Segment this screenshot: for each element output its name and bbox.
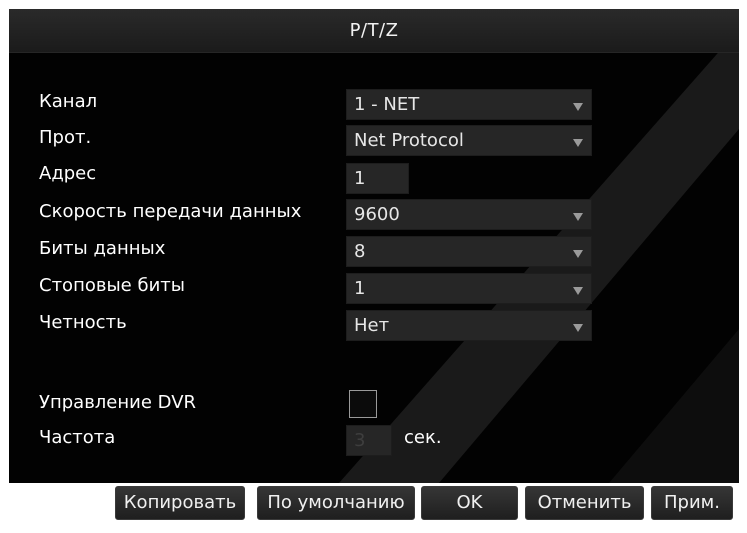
- cancel-button[interactable]: Отменить: [525, 486, 644, 520]
- frequency-label: Частота: [39, 427, 116, 448]
- chevron-down-icon: [573, 324, 583, 332]
- apply-button[interactable]: Прим.: [651, 486, 733, 520]
- frequency-input[interactable]: 3: [346, 425, 392, 456]
- chevron-down-icon: [573, 213, 583, 221]
- baud-rate-label: Скорость передачи данных: [39, 201, 302, 222]
- data-bits-select[interactable]: 8: [346, 236, 592, 267]
- data-bits-value: 8: [354, 241, 366, 262]
- chevron-down-icon: [573, 103, 583, 111]
- title-bar: P/T/Z: [9, 9, 739, 53]
- address-value: 1: [354, 168, 366, 189]
- baud-rate-select[interactable]: 9600: [346, 199, 592, 230]
- copy-button[interactable]: Копировать: [115, 486, 245, 520]
- baud-rate-value: 9600: [354, 204, 400, 225]
- ok-button[interactable]: OK: [421, 486, 518, 520]
- channel-value: 1 - NET: [354, 94, 420, 115]
- address-input[interactable]: 1: [346, 163, 409, 194]
- chevron-down-icon: [573, 139, 583, 147]
- frequency-value: 3: [354, 430, 366, 451]
- protocol-value: Net Protocol: [354, 130, 464, 151]
- ptz-dialog: P/T/Z Канал 1 - NET Прот. Net Protocol А…: [9, 9, 739, 483]
- data-bits-label: Биты данных: [39, 238, 166, 259]
- stop-bits-value: 1: [354, 278, 366, 299]
- stop-bits-label: Стоповые биты: [39, 275, 185, 296]
- parity-value: Нет: [354, 315, 390, 336]
- stop-bits-select[interactable]: 1: [346, 273, 592, 304]
- default-button[interactable]: По умолчанию: [257, 486, 415, 520]
- protocol-select[interactable]: Net Protocol: [346, 125, 592, 156]
- parity-select[interactable]: Нет: [346, 310, 592, 341]
- dvr-control-checkbox[interactable]: [349, 390, 377, 418]
- parity-label: Четность: [39, 312, 127, 333]
- channel-select[interactable]: 1 - NET: [346, 89, 592, 120]
- channel-label: Канал: [39, 91, 98, 112]
- frequency-unit: сек.: [404, 427, 442, 448]
- chevron-down-icon: [573, 250, 583, 258]
- dialog-title: P/T/Z: [349, 20, 399, 41]
- protocol-label: Прот.: [39, 127, 92, 148]
- dvr-control-label: Управление DVR: [39, 392, 197, 413]
- chevron-down-icon: [573, 287, 583, 295]
- address-label: Адрес: [39, 163, 97, 184]
